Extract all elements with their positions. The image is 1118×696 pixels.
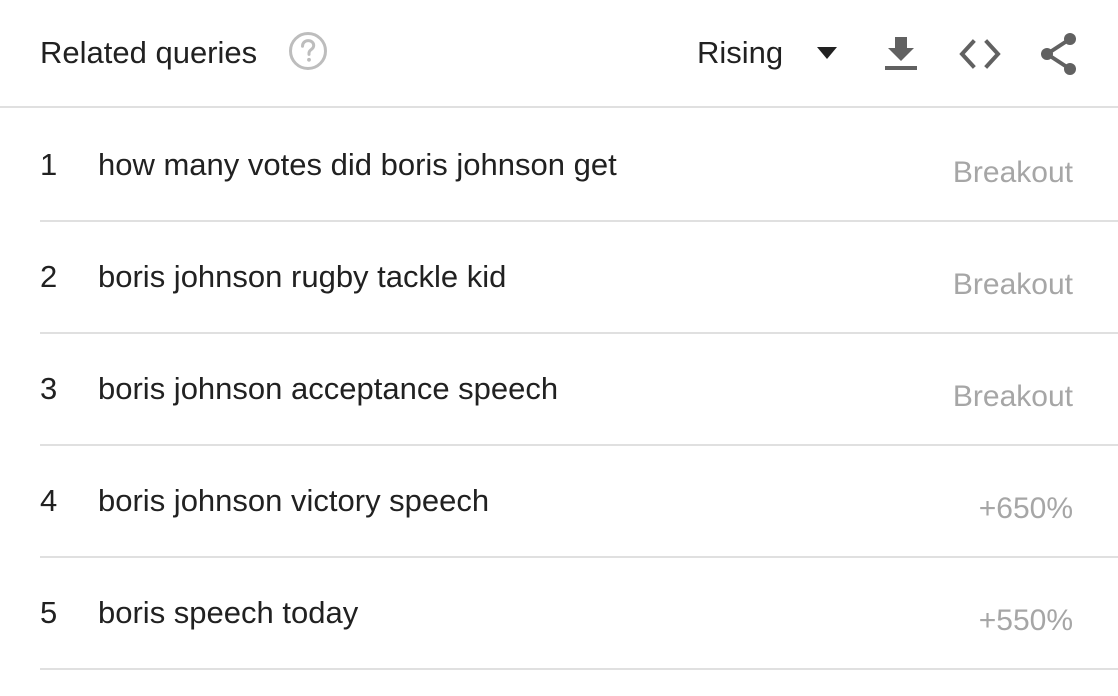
query-text: boris johnson acceptance speech <box>98 371 559 406</box>
query-value: Breakout <box>952 380 1073 413</box>
dropdown-selected-label: Rising <box>697 35 784 70</box>
query-row-4[interactable]: 4 boris johnson victory speech +650% <box>0 446 1118 558</box>
rank-number: 3 <box>40 371 58 406</box>
query-row-3[interactable]: 3 boris johnson acceptance speech Breako… <box>0 334 1118 446</box>
rank-number: 2 <box>40 259 58 294</box>
query-row-1[interactable]: 1 how many votes did boris johnson get B… <box>0 110 1118 222</box>
query-value: +550% <box>978 604 1073 637</box>
related-queries-header: Related queries Rising <box>0 0 1118 108</box>
query-row-2[interactable]: 2 boris johnson rugby tackle kid Breakou… <box>0 222 1118 334</box>
query-value: Breakout <box>952 268 1073 301</box>
query-row-5[interactable]: 5 boris speech today +550% <box>0 558 1118 670</box>
rising-dropdown[interactable]: Rising <box>690 30 848 76</box>
share-icon[interactable] <box>1037 32 1081 76</box>
caret-down-icon <box>817 47 837 59</box>
query-text: how many votes did boris johnson get <box>98 147 617 182</box>
widget-title: Related queries <box>40 35 258 70</box>
related-queries-list: 1 how many votes did boris johnson get B… <box>0 110 1118 670</box>
code-icon[interactable] <box>958 32 1002 76</box>
download-icon[interactable] <box>879 32 923 76</box>
rank-number: 1 <box>40 147 58 182</box>
help-circle-icon[interactable] <box>288 31 328 71</box>
query-value: +650% <box>978 492 1073 525</box>
query-text: boris johnson rugby tackle kid <box>98 259 507 294</box>
query-value: Breakout <box>952 156 1073 189</box>
rank-number: 5 <box>40 595 58 630</box>
query-text: boris johnson victory speech <box>98 483 490 518</box>
query-text: boris speech today <box>98 595 359 630</box>
rank-number: 4 <box>40 483 58 518</box>
